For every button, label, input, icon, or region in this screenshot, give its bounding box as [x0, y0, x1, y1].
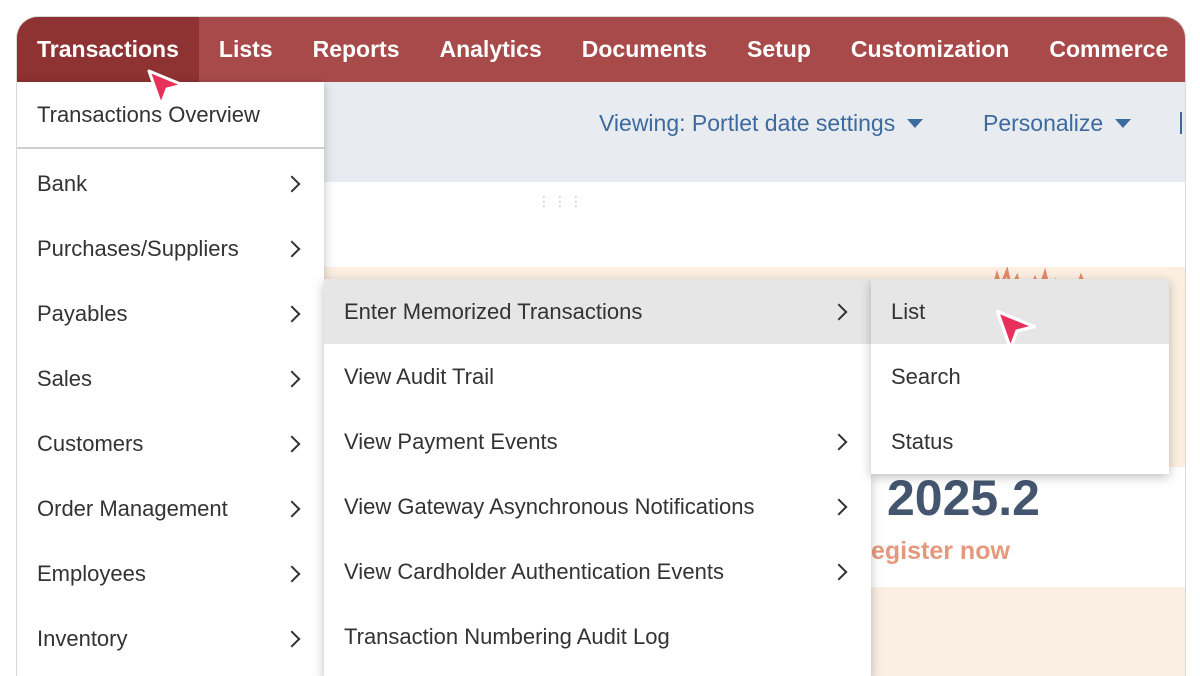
register-link[interactable]: egister now	[871, 537, 1010, 566]
chevron-right-icon	[830, 498, 848, 515]
menu-item-label: View Gateway Asynchronous Notifications	[344, 493, 755, 519]
cursor-pointer-icon	[147, 69, 185, 107]
menu-item-payables[interactable]: Payables	[17, 281, 324, 346]
menu-item-label: View Cardholder Authentication Events	[344, 558, 724, 584]
nav-customization[interactable]: Customization	[831, 17, 1029, 82]
menu-item-label: Order Management	[37, 495, 228, 521]
menu-item-label: Bank	[37, 170, 88, 196]
nav-reports[interactable]: Reports	[293, 17, 420, 82]
chevron-right-icon	[283, 240, 301, 257]
personalize-label: Personalize	[983, 110, 1104, 136]
menu-item-view-audit-trail[interactable]: View Audit Trail	[324, 344, 871, 409]
menu-item-inventory[interactable]: Inventory	[17, 606, 324, 671]
drag-handle-icon[interactable]: ⋮⋮⋮	[537, 193, 585, 210]
chevron-right-icon	[830, 303, 848, 320]
personalize-dropdown[interactable]: Personalize	[983, 110, 1132, 137]
nav-documents[interactable]: Documents	[562, 17, 727, 82]
nav-analytics[interactable]: Analytics	[419, 17, 561, 82]
menu-item-view-cardholder-auth-events[interactable]: View Cardholder Authentication Events	[324, 539, 871, 604]
viewing-label: Viewing: Portlet date settings	[599, 110, 896, 136]
menu-item-label: View Audit Trail	[344, 363, 495, 389]
menu-item-view-gateway-async-notifications[interactable]: View Gateway Asynchronous Notifications	[324, 474, 871, 539]
menu-item-enter-memorized-transactions[interactable]: Enter Memorized Transactions	[324, 279, 871, 344]
nav-commerce[interactable]: Commerce	[1029, 17, 1185, 82]
nav-setup[interactable]: Setup	[727, 17, 831, 82]
toolbar-edge-mark	[1180, 112, 1182, 134]
menu-item-label: List	[891, 298, 926, 324]
cursor-pointer-icon	[995, 309, 1037, 351]
chevron-right-icon	[830, 433, 848, 450]
caret-down-icon	[907, 119, 924, 128]
menu-item-label: Search	[891, 363, 961, 389]
menu-item-sales[interactable]: Sales	[17, 346, 324, 411]
menu-item-label: Sales	[37, 365, 93, 391]
menu-item-transaction-numbering-audit-log[interactable]: Transaction Numbering Audit Log	[324, 604, 871, 669]
menu-item-label: Status	[891, 428, 954, 454]
chevron-right-icon	[283, 435, 301, 452]
menu-item-customers[interactable]: Customers	[17, 411, 324, 476]
menu-item-label: View Payment Events	[344, 428, 558, 454]
menu-item-bank[interactable]: Bank	[17, 151, 324, 216]
menu-item-employees[interactable]: Employees	[17, 541, 324, 606]
menu-item-label: Customers	[37, 430, 144, 456]
menu-item-label: Purchases/Suppliers	[37, 235, 239, 261]
menu-item-label: Transaction Numbering Audit Log	[344, 623, 670, 649]
chevron-right-icon	[283, 500, 301, 517]
chevron-right-icon	[830, 563, 848, 580]
caret-down-icon	[1115, 119, 1132, 128]
menu-item-view-payment-events[interactable]: View Payment Events	[324, 409, 871, 474]
menu-item-label: Inventory	[37, 625, 128, 651]
transactions-menu: Transactions Overview Bank Purchases/Sup…	[17, 82, 324, 676]
payables-submenu: Enter Memorized Transactions View Audit …	[324, 279, 871, 676]
viewing-dropdown[interactable]: Viewing: Portlet date settings	[599, 110, 924, 137]
chevron-right-icon	[283, 565, 301, 582]
chevron-right-icon	[283, 175, 301, 192]
menu-item-purchases-suppliers[interactable]: Purchases/Suppliers	[17, 216, 324, 281]
chevron-right-icon	[283, 370, 301, 387]
top-navigation: Transactions Lists Reports Analytics Doc…	[17, 17, 1185, 82]
menu-item-label: Employees	[37, 560, 146, 586]
app-window: Transactions Lists Reports Analytics Doc…	[16, 16, 1186, 676]
menu-item-label: Enter Memorized Transactions	[344, 298, 643, 324]
menu-item-status[interactable]: Status	[871, 409, 1169, 474]
chevron-right-icon	[283, 305, 301, 322]
nav-lists[interactable]: Lists	[199, 17, 293, 82]
menu-item-order-management[interactable]: Order Management	[17, 476, 324, 541]
release-version: 2025.2	[887, 470, 1040, 526]
menu-item-label: Payables	[37, 300, 128, 326]
chevron-right-icon	[283, 630, 301, 647]
